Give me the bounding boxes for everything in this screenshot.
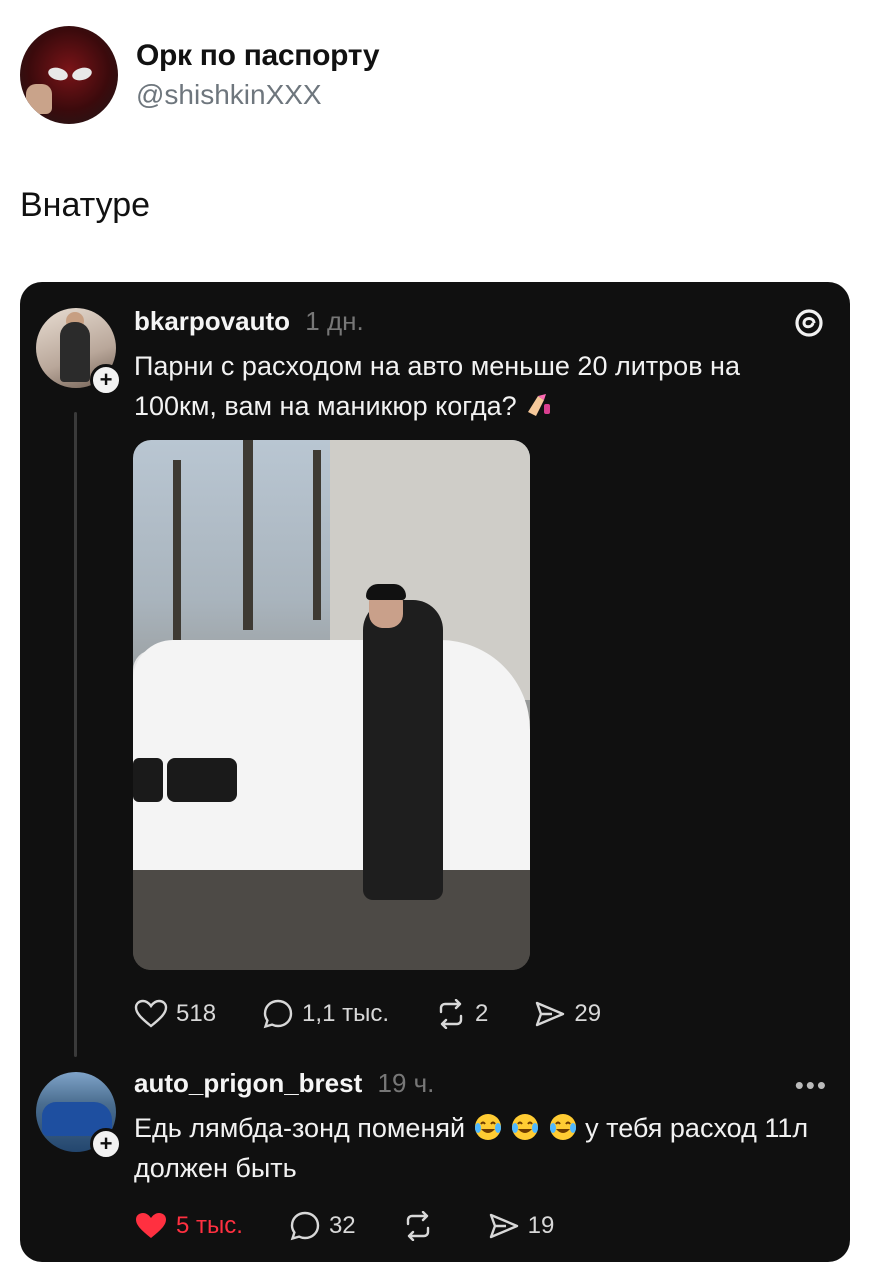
reply-text: Едь лямбда-зонд поменяй у тебя расход 11… [134, 1108, 834, 1188]
share-icon [536, 1001, 565, 1027]
comment-icon [263, 999, 293, 1029]
post-username[interactable]: bkarpovauto [134, 306, 290, 336]
photo-tree [243, 440, 253, 630]
thread-connector-line [74, 412, 77, 1057]
like-button[interactable]: 518 [134, 999, 216, 1029]
author-names: Орк по паспорту @shishkinXXX [136, 39, 380, 111]
reply-actions: 5 тыс. 32 19 [134, 1210, 600, 1242]
avatar-mask-eye [70, 65, 94, 83]
post-actions: 518 1,1 тыс. 2 29 [134, 998, 647, 1030]
reply-like-button[interactable]: 5 тыс. [134, 1211, 243, 1241]
like-count: 518 [176, 1000, 217, 1027]
repost-count: 2 [475, 1000, 489, 1027]
photo-person [363, 600, 443, 900]
post-text: Парни с расходом на авто меньше 20 литро… [134, 346, 824, 426]
post-photo[interactable] [133, 440, 530, 970]
author-avatar[interactable] [20, 26, 118, 124]
reply-share-count: 19 [527, 1212, 555, 1239]
comment-button[interactable]: 1,1 тыс. [262, 998, 389, 1030]
reply-like-count: 5 тыс. [176, 1212, 243, 1239]
tears-of-joy-icon [474, 1114, 501, 1140]
author-name[interactable]: Орк по паспорту [136, 39, 380, 73]
heart-icon [134, 999, 168, 1028]
more-options-icon[interactable]: ••• [795, 1070, 828, 1101]
repost-icon [406, 1211, 429, 1241]
avatar-hand [26, 84, 52, 114]
heart-filled-icon [136, 1213, 166, 1238]
reply-time: 19 ч. [377, 1068, 435, 1098]
post-text-body: Парни с расходом на авто меньше 20 литро… [134, 351, 740, 421]
post-time: 1 дн. [305, 306, 364, 336]
reply-username[interactable]: auto_prigon_brest [134, 1068, 362, 1098]
tweet-text: Внатуре [20, 186, 151, 224]
reply-comment-button[interactable]: 32 [289, 1210, 356, 1242]
reply-header: auto_prigon_brest 19 ч. [134, 1068, 434, 1099]
follow-plus-icon[interactable]: + [90, 1128, 122, 1160]
photo-car-grille [167, 758, 237, 802]
photo-road [133, 870, 530, 970]
share-icon [489, 1213, 518, 1239]
repost-button[interactable]: 2 [435, 999, 488, 1029]
photo-person-cap [366, 584, 406, 600]
author-handle[interactable]: @shishkinXXX [136, 79, 379, 111]
tweet-header: Орк по паспорту @shishkinXXX [20, 26, 380, 124]
reply-text-part1: Едь лямбда-зонд поменяй [134, 1113, 466, 1143]
post-header: bkarpovauto 1 дн. [134, 306, 364, 337]
threads-screenshot: + bkarpovauto 1 дн. Парни с расходом на … [20, 282, 850, 1262]
comment-icon [290, 1211, 320, 1241]
nail-polish-icon [528, 394, 551, 416]
tears-of-joy-icons [473, 1113, 586, 1143]
photo-car-grille [133, 758, 163, 802]
avatar-figure [60, 322, 90, 382]
comment-count: 1,1 тыс. [302, 1000, 389, 1027]
threads-logo-icon [792, 306, 826, 348]
share-count: 29 [574, 1000, 602, 1027]
reply-repost-button[interactable] [402, 1211, 442, 1241]
follow-plus-icon[interactable]: + [90, 364, 122, 396]
photo-tree [173, 460, 181, 660]
share-button[interactable]: 29 [534, 999, 601, 1029]
reply-share-button[interactable]: 19 [488, 1211, 555, 1241]
photo-tree [313, 450, 321, 620]
tears-of-joy-icon [512, 1114, 539, 1140]
tears-of-joy-icon [549, 1114, 576, 1140]
avatar-mask-eye [46, 65, 70, 83]
repost-icon [439, 999, 463, 1029]
reply-comment-count: 32 [328, 1212, 356, 1239]
